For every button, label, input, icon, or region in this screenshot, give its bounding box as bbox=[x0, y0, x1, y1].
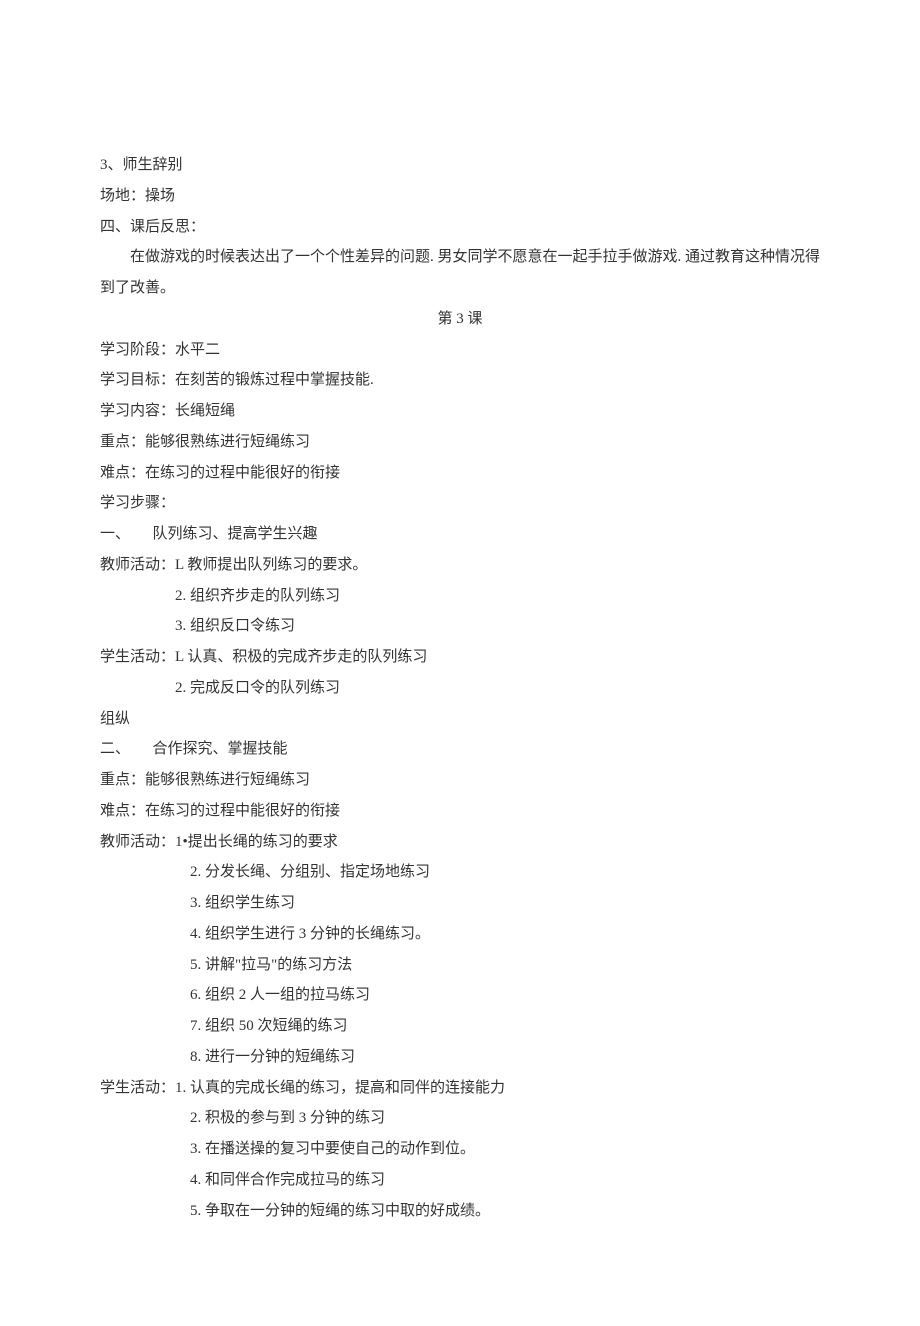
text-line: 重点：能够很熟练进行短绳练习 bbox=[100, 427, 820, 458]
section-heading: 四、课后反思： bbox=[100, 212, 820, 243]
list-item: 3. 在播送操的复习中要使自己的动作到位。 bbox=[100, 1134, 820, 1165]
list-item: 7. 组织 50 次短绳的练习 bbox=[100, 1011, 820, 1042]
text-line: 组纵 bbox=[100, 704, 820, 735]
text-line: 重点：能够很熟练进行短绳练习 bbox=[100, 765, 820, 796]
list-item: 2. 组织齐步走的队列练习 bbox=[100, 581, 820, 612]
list-item: 4. 和同伴合作完成拉马的练习 bbox=[100, 1165, 820, 1196]
list-item: 6. 组织 2 人一组的拉马练习 bbox=[100, 980, 820, 1011]
text-line: 教师活动：1•提出长绳的练习的要求 bbox=[100, 827, 820, 858]
list-item: 5. 争取在一分钟的短绳的练习中取的好成绩。 bbox=[100, 1196, 820, 1227]
section-heading: 二、 合作探究、掌握技能 bbox=[100, 734, 820, 765]
text-line: 学习阶段：水平二 bbox=[100, 335, 820, 366]
text-line: 学生活动：1. 认真的完成长绳的练习，提高和同伴的连接能力 bbox=[100, 1073, 820, 1104]
list-item: 2. 完成反口令的队列练习 bbox=[100, 673, 820, 704]
list-item: 2. 积极的参与到 3 分钟的练习 bbox=[100, 1103, 820, 1134]
list-item: 3. 组织学生练习 bbox=[100, 888, 820, 919]
list-item: 5. 讲解"拉马"的练习方法 bbox=[100, 950, 820, 981]
text-line: 学习目标：在刻苦的锻炼过程中掌握技能. bbox=[100, 365, 820, 396]
list-item: 3. 组织反口令练习 bbox=[100, 611, 820, 642]
text-line: 教师活动：L 教师提出队列练习的要求。 bbox=[100, 550, 820, 581]
text-line: 学生活动：L 认真、积极的完成齐步走的队列练习 bbox=[100, 642, 820, 673]
paragraph: 在做游戏的时候表达出了一个个性差异的问题. 男女同学不愿意在一起手拉手做游戏. … bbox=[100, 242, 820, 304]
list-item: 8. 进行一分钟的短绳练习 bbox=[100, 1042, 820, 1073]
text-line: 难点：在练习的过程中能很好的衔接 bbox=[100, 796, 820, 827]
list-item: 4. 组织学生进行 3 分钟的长绳练习。 bbox=[100, 919, 820, 950]
section-heading: 一、 队列练习、提高学生兴趣 bbox=[100, 519, 820, 550]
text-line: 难点：在练习的过程中能很好的衔接 bbox=[100, 458, 820, 489]
document-page: 3、师生辞别 场地：操场 四、课后反思： 在做游戏的时候表达出了一个个性差异的问… bbox=[0, 0, 920, 1326]
text-line: 学习步骤： bbox=[100, 488, 820, 519]
lesson-title: 第 3 课 bbox=[100, 304, 820, 335]
text-line: 场地：操场 bbox=[100, 181, 820, 212]
text-line: 学习内容：长绳短绳 bbox=[100, 396, 820, 427]
list-item: 2. 分发长绳、分组别、指定场地练习 bbox=[100, 857, 820, 888]
text-line: 3、师生辞别 bbox=[100, 150, 820, 181]
